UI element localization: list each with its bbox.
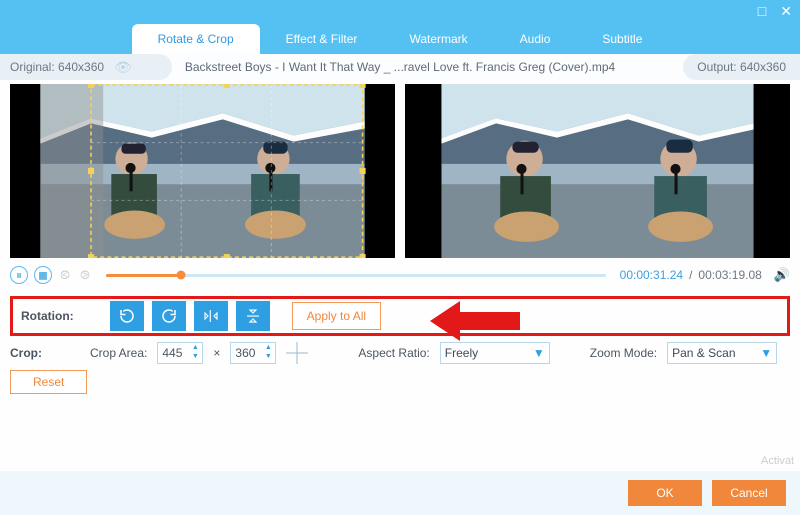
original-preview[interactable] <box>10 84 395 258</box>
flip-horizontal-icon <box>202 307 220 325</box>
rotation-panel: Rotation: Apply to All <box>10 296 790 336</box>
tab-watermark[interactable]: Watermark <box>383 24 493 54</box>
output-resolution-chip: Output: 640x360 <box>683 54 800 80</box>
original-resolution-chip: Original: 640x360 👁 <box>0 54 172 80</box>
pause-button[interactable]: ⏸ <box>10 266 28 284</box>
flip-vertical-icon <box>244 307 262 325</box>
crop-width-input[interactable]: 445 ▲▼ <box>157 342 203 364</box>
next-frame-button[interactable]: ⧁ <box>78 268 92 282</box>
preview-area <box>0 80 800 262</box>
watermark-hint: Activat <box>761 455 794 467</box>
tab-effect-filter[interactable]: Effect & Filter <box>260 24 384 54</box>
stop-icon: ◼ <box>38 268 48 282</box>
rotate-left-button[interactable] <box>110 301 144 331</box>
crop-panel: Crop: Crop Area: 445 ▲▼ × 360 ▲▼ Aspect … <box>10 342 790 364</box>
crop-height-input[interactable]: 360 ▲▼ <box>230 342 276 364</box>
time-sep: / <box>689 268 692 282</box>
close-button[interactable]: ✕ <box>780 4 792 18</box>
aspect-ratio-label: Aspect Ratio: <box>358 346 429 360</box>
eye-icon[interactable]: 👁 <box>114 59 132 76</box>
cancel-button[interactable]: Cancel <box>712 480 786 506</box>
titlebar: □ ✕ <box>0 0 800 22</box>
current-time: 00:00:31.24 <box>620 268 683 282</box>
seek-fill <box>106 274 181 277</box>
flip-horizontal-button[interactable] <box>194 301 228 331</box>
ok-button[interactable]: OK <box>628 480 702 506</box>
chevron-down-icon: ▼ <box>760 346 772 360</box>
apply-to-all-button[interactable]: Apply to All <box>292 302 381 330</box>
crop-sep: × <box>213 346 220 360</box>
aspect-ratio-value: Freely <box>445 346 478 360</box>
output-resolution-label: Output: 640x360 <box>697 60 786 74</box>
rotate-right-icon <box>160 307 178 325</box>
tab-audio[interactable]: Audio <box>494 24 577 54</box>
tab-subtitle[interactable]: Subtitle <box>576 24 668 54</box>
rotate-left-icon <box>118 307 136 325</box>
spin-up-icon[interactable]: ▲ <box>262 344 274 353</box>
rotate-right-button[interactable] <box>152 301 186 331</box>
total-time: 00:03:19.08 <box>698 268 761 282</box>
chevron-down-icon: ▼ <box>533 346 545 360</box>
flip-vertical-button[interactable] <box>236 301 270 331</box>
position-picker-icon[interactable] <box>286 342 308 364</box>
spin-down-icon[interactable]: ▼ <box>262 353 274 362</box>
crop-area-label: Crop Area: <box>90 346 147 360</box>
original-resolution-label: Original: 640x360 <box>10 60 104 74</box>
tabs-bar: Rotate & Crop Effect & Filter Watermark … <box>0 22 800 54</box>
crop-height-value: 360 <box>235 346 255 360</box>
spin-down-icon[interactable]: ▼ <box>189 353 201 362</box>
spin-up-icon[interactable]: ▲ <box>189 344 201 353</box>
rotation-label: Rotation: <box>21 309 74 323</box>
player-bar: ⏸ ◼ ⧀ ⧁ 00:00:31.24 / 00:03:19.08 🔊 <box>0 262 800 288</box>
next-icon: ⧁ <box>80 268 90 283</box>
stop-button[interactable]: ◼ <box>34 266 52 284</box>
prev-icon: ⧀ <box>60 268 70 283</box>
crop-width-value: 445 <box>162 346 182 360</box>
info-row: Original: 640x360 👁 Backstreet Boys - I … <box>0 54 800 80</box>
minimize-button[interactable]: □ <box>758 4 766 18</box>
zoom-mode-select[interactable]: Pan & Scan ▼ <box>667 342 777 364</box>
crop-label: Crop: <box>10 346 80 360</box>
output-preview <box>405 84 790 258</box>
seek-slider[interactable] <box>106 274 606 277</box>
prev-frame-button[interactable]: ⧀ <box>58 268 72 282</box>
zoom-mode-label: Zoom Mode: <box>590 346 657 360</box>
reset-button[interactable]: Reset <box>10 370 87 394</box>
pause-icon: ⏸ <box>16 268 22 283</box>
aspect-ratio-select[interactable]: Freely ▼ <box>440 342 550 364</box>
tab-rotate-crop[interactable]: Rotate & Crop <box>132 24 260 54</box>
volume-icon[interactable]: 🔊 <box>774 267 790 283</box>
seek-knob[interactable] <box>176 271 185 280</box>
footer: OK Cancel <box>0 471 800 515</box>
zoom-mode-value: Pan & Scan <box>672 346 735 360</box>
